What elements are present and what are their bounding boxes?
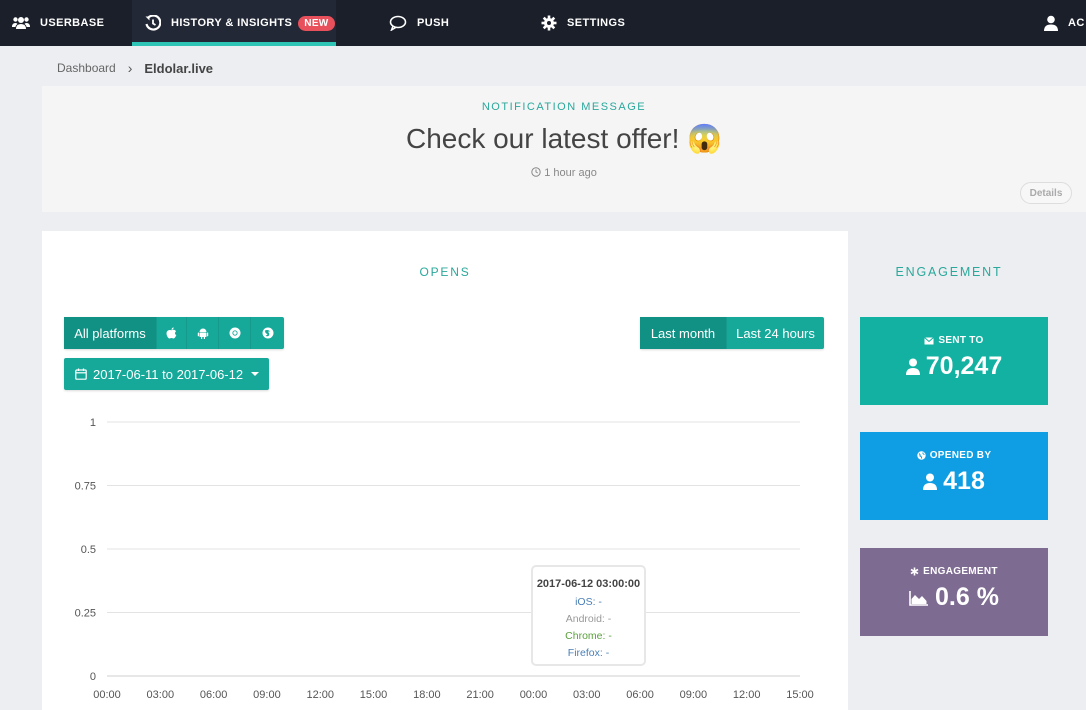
opened-by-label: OPENED BY [860,450,1048,461]
asterisk-icon [910,567,919,576]
user-icon [905,358,920,375]
x-tick-label: 00:00 [93,689,121,701]
x-tick-label: 09:00 [253,689,281,701]
engagement-value: 0.6 % [860,583,1048,612]
y-tick-label: 1 [90,417,96,429]
x-tick-label: 03:00 [147,689,175,701]
engagement-label-text: ENGAGEMENT [923,566,998,577]
tooltip-title: 2017-06-12 03:00:00 [536,578,641,590]
sent-to-label: SENT TO [860,335,1048,346]
x-tick-label: 06:00 [200,689,228,701]
x-tick-label: 09:00 [680,689,708,701]
engagement-number: 0.6 % [935,583,999,611]
x-tick-label: 06:00 [626,689,654,701]
opened-by-number: 418 [943,467,985,495]
x-tick-label: 00:00 [520,689,548,701]
y-tick-label: 0 [90,671,96,683]
engagement-title: ENGAGEMENT [895,265,1003,279]
tooltip-ios: iOS: - [575,596,602,608]
area-chart-icon [909,590,929,606]
tooltip-android: Android: - [565,613,612,625]
x-tick-label: 12:00 [733,689,761,701]
x-tick-label: 21:00 [466,689,494,701]
sent-to-number: 70,247 [925,352,1003,380]
y-tick-label: 0.75 [75,481,96,493]
x-tick-label: 15:00 [786,689,814,701]
tooltip-chrome: Chrome: - [565,630,612,642]
opened-by-card: OPENED BY 418 [860,432,1048,520]
engagement-panel: ENGAGEMENT SENT TO 70,247 OPENED BY 418 … [848,231,1086,710]
chart-tooltip: 2017-06-12 03:00:00 iOS: - Android: - Ch… [531,565,646,666]
opened-by-value: 418 [860,467,1048,496]
engagement-label: ENGAGEMENT [860,566,1048,577]
x-tick-label: 15:00 [360,689,388,701]
opened-by-label-text: OPENED BY [929,450,992,461]
x-tick-label: 03:00 [573,689,601,701]
x-tick-label: 12:00 [306,689,334,701]
globe-icon [916,451,926,460]
sent-to-card: SENT TO 70,247 [860,317,1048,405]
tooltip-firefox: Firefox: - [567,647,610,659]
y-tick-label: 0.5 [81,544,96,556]
sent-to-value: 70,247 [860,352,1048,381]
sent-to-label-text: SENT TO [938,335,984,346]
envelope-icon [924,336,935,344]
x-tick-label: 18:00 [413,689,441,701]
engagement-card: ENGAGEMENT 0.6 % [860,548,1048,636]
user-icon [923,473,938,490]
y-tick-label: 0.25 [75,608,96,620]
